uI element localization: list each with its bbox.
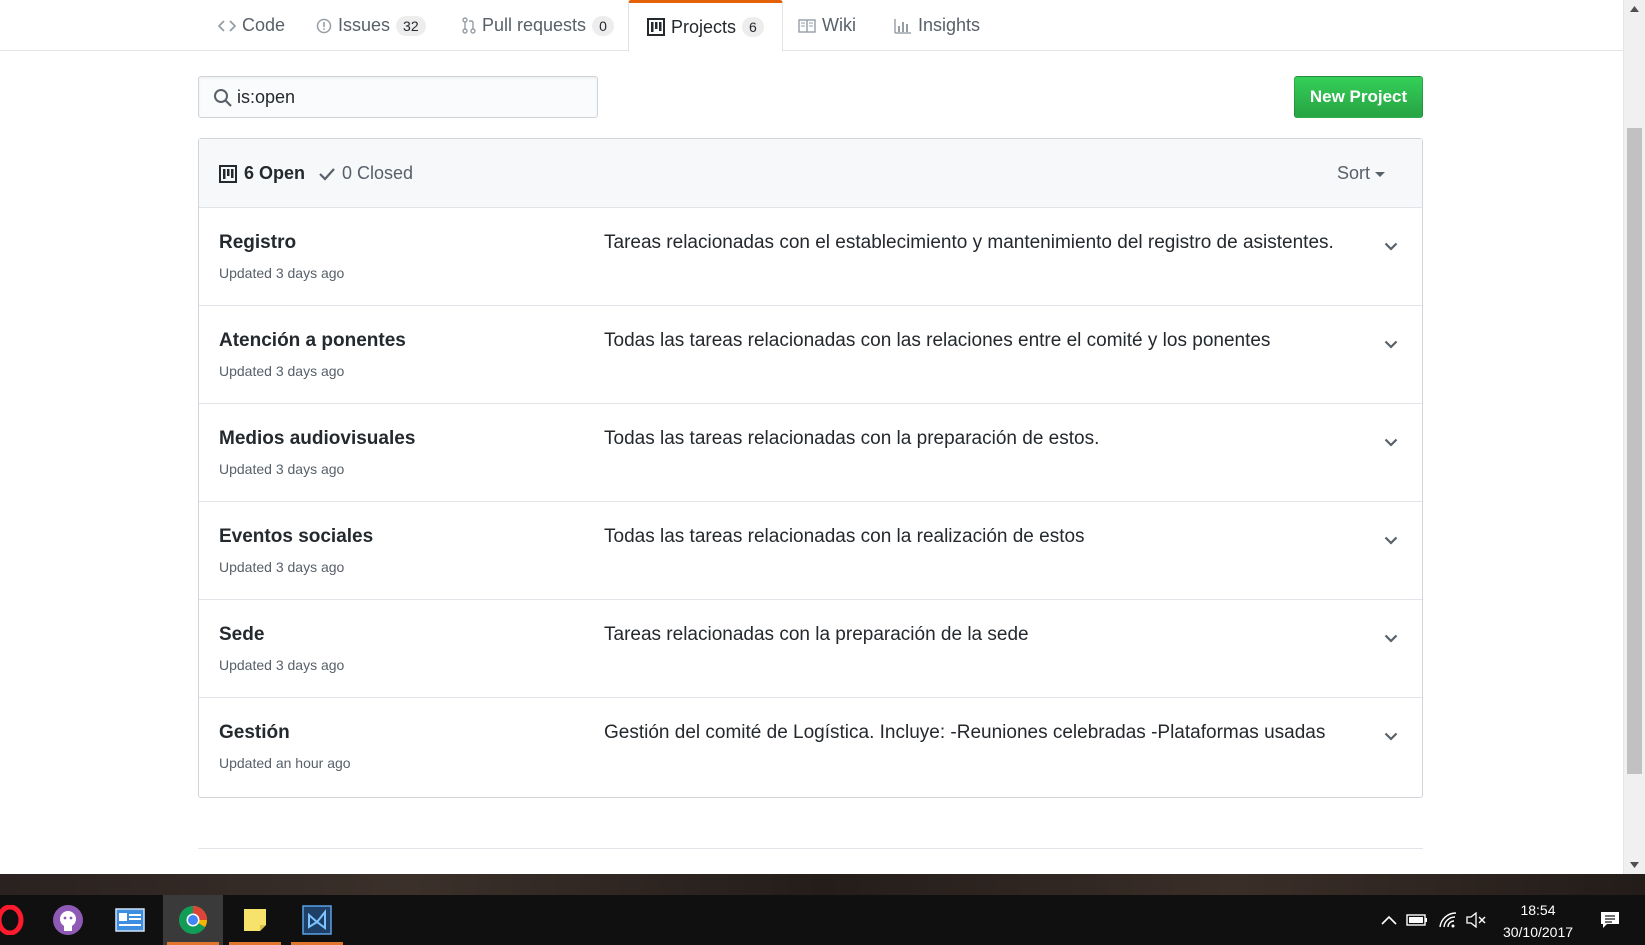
tab-code[interactable]: Code bbox=[200, 0, 303, 51]
graph-icon bbox=[894, 18, 912, 34]
desktop-wallpaper-strip bbox=[0, 874, 1645, 896]
project-row: Registro Updated 3 days ago Tareas relac… bbox=[199, 208, 1422, 306]
open-count-label: 6 Open bbox=[244, 163, 306, 183]
book-icon bbox=[798, 18, 816, 33]
wifi-icon[interactable] bbox=[1436, 908, 1460, 932]
issue-opened-icon bbox=[316, 18, 332, 34]
tab-issues[interactable]: Issues 32 bbox=[298, 0, 444, 51]
tab-pull-requests[interactable]: Pull requests 0 bbox=[444, 0, 632, 51]
repo-nav: Code Issues 32 Pull requests 0 Projects … bbox=[0, 0, 1623, 52]
notifications-icon[interactable] bbox=[1598, 908, 1622, 932]
project-row: Gestión Updated an hour ago Gestión del … bbox=[199, 698, 1422, 796]
project-icon bbox=[219, 164, 237, 183]
control-panel-icon[interactable] bbox=[100, 895, 160, 945]
sort-label: Sort bbox=[1337, 163, 1371, 183]
project-name-link[interactable]: Gestión bbox=[219, 722, 290, 744]
caret-down-icon bbox=[1375, 172, 1386, 177]
project-updated: Updated 3 days ago bbox=[219, 461, 345, 477]
project-description: Tareas relacionadas con el establecimien… bbox=[604, 232, 1334, 253]
project-description: Gestión del comité de Logística. Incluye… bbox=[604, 722, 1326, 743]
code-icon bbox=[218, 19, 236, 33]
sticky-notes-icon[interactable] bbox=[225, 895, 285, 945]
scrollbar-thumb[interactable] bbox=[1627, 128, 1642, 774]
check-icon bbox=[319, 167, 335, 181]
page-scrollbar[interactable] bbox=[1623, 0, 1645, 874]
search-input[interactable] bbox=[237, 77, 587, 117]
projects-list-header: 6 Open 0 Closed Sort bbox=[199, 139, 1422, 208]
browser-viewport: Code Issues 32 Pull requests 0 Projects … bbox=[0, 0, 1623, 874]
tab-label: Issues bbox=[338, 15, 391, 35]
tab-wiki[interactable]: Wiki bbox=[780, 0, 874, 51]
project-icon bbox=[647, 18, 665, 36]
project-description: Todas las tareas relacionadas con la rea… bbox=[604, 526, 1085, 547]
chevron-down-icon[interactable] bbox=[1379, 724, 1403, 748]
scroll-down-arrow-icon[interactable] bbox=[1624, 856, 1645, 874]
clock-date: 30/10/2017 bbox=[1502, 924, 1574, 940]
clock-time: 18:54 bbox=[1520, 902, 1556, 918]
tab-projects[interactable]: Projects 6 bbox=[628, 0, 783, 52]
project-row: Atención a ponentes Updated 3 days ago T… bbox=[199, 306, 1422, 404]
project-name-link[interactable]: Medios audiovisuales bbox=[219, 428, 415, 450]
closed-count-label: 0 Closed bbox=[342, 163, 414, 183]
project-name-link[interactable]: Registro bbox=[219, 232, 296, 254]
tab-label: Code bbox=[242, 15, 286, 35]
scroll-up-arrow-icon[interactable] bbox=[1624, 0, 1645, 18]
search-icon bbox=[213, 88, 233, 113]
project-updated: Updated 3 days ago bbox=[219, 559, 345, 575]
sort-dropdown[interactable]: Sort bbox=[1337, 139, 1386, 208]
projects-counter: 6 bbox=[742, 17, 764, 37]
project-row: Sede Updated 3 days ago Tareas relaciona… bbox=[199, 600, 1422, 698]
project-description: Tareas relacionadas con la preparación d… bbox=[604, 624, 1029, 645]
new-project-button[interactable]: New Project bbox=[1294, 76, 1423, 118]
open-projects-link[interactable]: 6 Open bbox=[219, 139, 305, 208]
tab-label: Pull requests bbox=[482, 15, 587, 35]
battery-icon[interactable] bbox=[1405, 908, 1429, 932]
project-updated: Updated 3 days ago bbox=[219, 657, 345, 673]
volume-muted-icon[interactable] bbox=[1465, 908, 1489, 932]
project-description: Todas las tareas relacionadas con las re… bbox=[604, 330, 1271, 351]
project-updated: Updated 3 days ago bbox=[219, 265, 345, 281]
pull-requests-counter: 0 bbox=[592, 15, 614, 36]
chevron-up-icon[interactable] bbox=[1377, 908, 1401, 932]
chevron-down-icon[interactable] bbox=[1379, 234, 1403, 258]
chevron-down-icon[interactable] bbox=[1379, 430, 1403, 454]
chevron-down-icon[interactable] bbox=[1379, 528, 1403, 552]
tab-insights[interactable]: Insights bbox=[876, 0, 998, 51]
closed-projects-link[interactable]: 0 Closed bbox=[319, 139, 413, 208]
git-pull-request-icon bbox=[462, 17, 476, 34]
issues-counter: 32 bbox=[396, 15, 426, 36]
chevron-down-icon[interactable] bbox=[1379, 626, 1403, 650]
project-row: Medios audiovisuales Updated 3 days ago … bbox=[199, 404, 1422, 502]
tab-label: Wiki bbox=[822, 15, 856, 35]
project-name-link[interactable]: Atención a ponentes bbox=[219, 330, 406, 352]
project-updated: Updated 3 days ago bbox=[219, 363, 345, 379]
search-box bbox=[198, 76, 598, 118]
github-desktop-icon[interactable] bbox=[38, 895, 98, 945]
system-clock[interactable]: 18:54 30/10/2017 bbox=[1488, 899, 1588, 943]
tab-label: Projects bbox=[671, 16, 737, 37]
chrome-icon[interactable] bbox=[163, 895, 223, 945]
project-description: Todas las tareas relacionadas con la pre… bbox=[604, 428, 1100, 449]
project-name-link[interactable]: Eventos sociales bbox=[219, 526, 373, 548]
chevron-down-icon[interactable] bbox=[1379, 332, 1403, 356]
projects-list: 6 Open 0 Closed Sort Registro Updated 3 … bbox=[198, 138, 1423, 798]
tab-label: Insights bbox=[918, 15, 981, 35]
project-updated: Updated an hour ago bbox=[219, 755, 351, 771]
project-name-link[interactable]: Sede bbox=[219, 624, 264, 646]
opera-icon[interactable] bbox=[0, 895, 40, 945]
project-row: Eventos sociales Updated 3 days ago Toda… bbox=[199, 502, 1422, 600]
visual-studio-icon[interactable] bbox=[287, 895, 347, 945]
footer-divider bbox=[198, 848, 1423, 849]
